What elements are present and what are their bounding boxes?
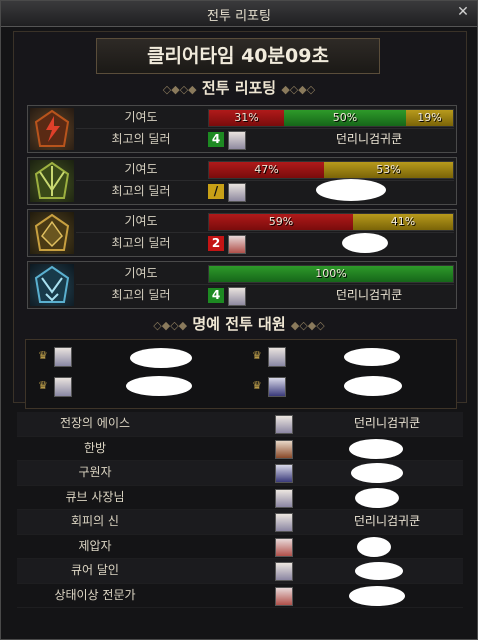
redaction-blot — [357, 536, 391, 557]
contribution-label: 기여도 — [124, 162, 158, 176]
award-title: 제압자 — [78, 538, 112, 553]
avatar — [228, 235, 246, 254]
contribution-bar: 59% 41% — [208, 213, 454, 231]
top-dealer-label: 최고의 딜러 — [111, 236, 171, 250]
contribution-seg: 19% — [406, 110, 453, 126]
avatar — [54, 377, 72, 397]
avatar — [228, 131, 246, 150]
rank-badge: / — [208, 184, 224, 199]
member-card: 기여도 47% 53% 최고의 딜러 / — [27, 157, 457, 205]
contribution-seg: 59% — [209, 214, 353, 230]
avatar — [275, 537, 293, 557]
clear-time: 클리어타임 40분09초 — [96, 38, 380, 74]
award-recipient: 던리니검귀쿤 — [353, 514, 421, 528]
award-title: 상태이상 전문가 — [54, 587, 136, 602]
avatar — [228, 183, 246, 202]
honor-member: ♛ — [240, 344, 454, 370]
avatar — [275, 488, 293, 508]
rank-badge: 2 — [208, 236, 224, 251]
avatar — [275, 513, 293, 532]
rank-badge: 4 — [208, 288, 224, 303]
award-row: 상태이상 전문가 — [17, 583, 463, 608]
contribution-seg: 47% — [209, 162, 324, 178]
award-title: 구원자 — [78, 465, 112, 479]
award-row: 한방 — [17, 436, 463, 461]
contribution-seg: 100% — [209, 266, 453, 282]
window-title: 전투 리포팅 — [207, 9, 271, 24]
close-icon[interactable]: ✕ — [455, 4, 471, 20]
report-section-header: ◇◆◇◆ 전투 리포팅 ◆◇◆◇ — [162, 79, 316, 97]
medal-icon: ♛ — [252, 349, 262, 362]
contribution-bar: 100% — [208, 265, 454, 283]
redaction-blot — [130, 348, 192, 368]
fire-class-icon — [30, 108, 74, 150]
avatar — [54, 347, 72, 367]
redaction-blot — [349, 438, 403, 459]
battle-report-window: 전투 리포팅 ✕ 클리어타임 40분09초 ◇◆◇◆ 전투 리포팅 ◆◇◆◇ 기… — [0, 0, 478, 640]
contribution-label: 기여도 — [124, 214, 158, 228]
avatar — [275, 586, 293, 606]
redaction-blot — [344, 376, 402, 396]
dealer-name: 던리니검귀쿤 — [335, 288, 403, 302]
avatar — [275, 439, 293, 459]
award-title: 회피의 신 — [71, 514, 119, 528]
rank-badge: 4 — [208, 132, 224, 147]
member-card: 기여도 59% 41% 최고의 딜러 2 — [27, 209, 457, 257]
member-card: 기여도 100% 최고의 딜러 4 던리니검귀쿤 — [27, 261, 457, 309]
avatar — [268, 377, 286, 397]
redaction-blot — [342, 233, 388, 253]
contribution-label: 기여도 — [124, 110, 158, 124]
redaction-blot — [355, 487, 399, 508]
redaction-blot — [344, 348, 400, 366]
redaction-blot — [355, 562, 403, 580]
award-title: 전장의 에이스 — [59, 416, 131, 430]
award-title: 한방 — [83, 440, 107, 455]
ice-class-icon — [30, 264, 74, 306]
honor-members: ♛ ♛ ♛ ♛ — [25, 339, 457, 409]
award-row: 구원자 — [17, 461, 463, 486]
title-bar[interactable]: 전투 리포팅 ✕ — [1, 1, 477, 27]
avatar — [268, 347, 286, 367]
awards-list: 전장의 에이스 던리니검귀쿤 한방 구원자 큐브 사장님 회피의 신 던리니검귀… — [17, 412, 463, 608]
redaction-blot — [316, 179, 386, 201]
medal-icon: ♛ — [38, 379, 48, 392]
member-card: 기여도 31% 50% 19% 최고의 딜러 4 던리니검귀쿤 — [27, 105, 457, 153]
dealer-name: 던리니검귀쿤 — [335, 132, 403, 146]
nature-class-icon — [30, 160, 74, 202]
contribution-seg: 31% — [209, 110, 284, 126]
avatar — [275, 415, 293, 434]
medal-icon: ♛ — [252, 379, 262, 392]
award-row: 큐어 달인 — [17, 559, 463, 584]
top-dealer-label: 최고의 딜러 — [111, 288, 171, 302]
honor-member: ♛ — [26, 344, 240, 370]
medal-icon: ♛ — [38, 349, 48, 362]
gold-class-icon — [30, 212, 74, 254]
redaction-blot — [349, 585, 405, 606]
award-recipient: 던리니검귀쿤 — [353, 416, 421, 430]
award-title: 큐브 사장님 — [65, 489, 125, 504]
honor-member: ♛ — [26, 374, 240, 400]
contribution-bar: 31% 50% 19% — [208, 109, 454, 127]
award-row: 제압자 — [17, 534, 463, 559]
contribution-bar: 47% 53% — [208, 161, 454, 179]
top-dealer-label: 최고의 딜러 — [111, 184, 171, 198]
contribution-seg: 41% — [353, 214, 453, 230]
contribution-seg: 50% — [284, 110, 406, 126]
award-row: 전장의 에이스 던리니검귀쿤 — [17, 412, 463, 437]
contribution-seg: 53% — [324, 162, 453, 178]
redaction-blot — [126, 376, 192, 396]
avatar — [275, 464, 293, 483]
redaction-blot — [351, 463, 403, 483]
award-title: 큐어 달인 — [71, 563, 119, 577]
contribution-label: 기여도 — [124, 266, 158, 280]
honor-member: ♛ — [240, 374, 454, 400]
avatar — [228, 287, 246, 306]
award-row: 회피의 신 던리니검귀쿤 — [17, 510, 463, 535]
top-dealer-label: 최고의 딜러 — [111, 132, 171, 146]
avatar — [275, 562, 293, 581]
honor-section-header: ◇◆◇◆ 명예 전투 대원 ◆◇◆◇ — [153, 315, 325, 333]
award-row: 큐브 사장님 — [17, 485, 463, 510]
